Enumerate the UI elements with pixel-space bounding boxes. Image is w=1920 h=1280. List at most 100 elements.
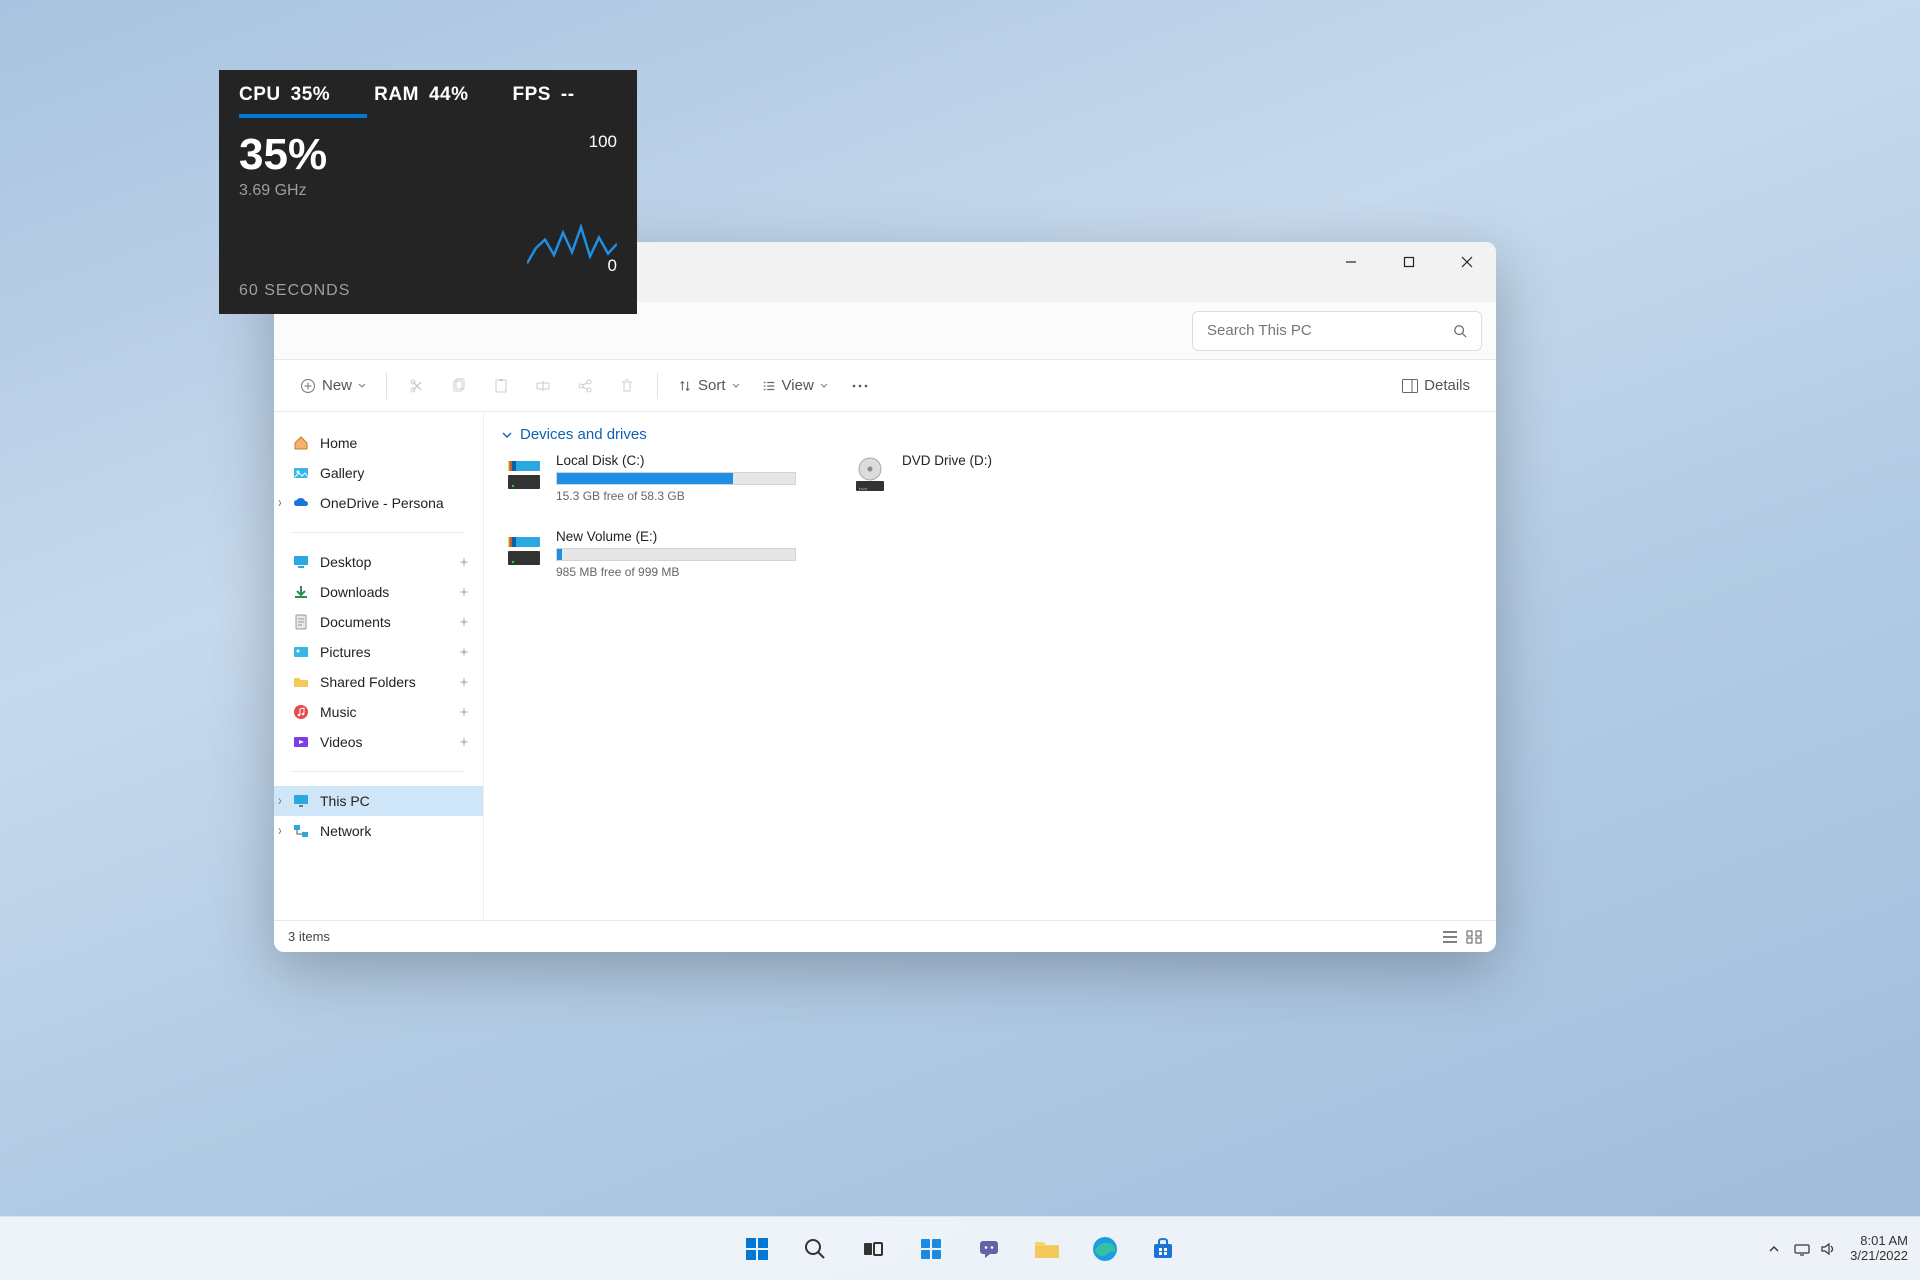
tray-overflow-button[interactable] [1768, 1243, 1780, 1255]
taskbar-store-button[interactable] [1138, 1224, 1188, 1274]
taskbar-taskview-button[interactable] [848, 1224, 898, 1274]
nav-item-label: Pictures [320, 644, 371, 660]
perf-tab-label: RAM [374, 84, 419, 106]
drive-name: Local Disk (C:) [556, 453, 822, 468]
sort-button[interactable]: Sort [670, 368, 748, 404]
hard-disk-icon [502, 453, 546, 497]
new-button-label: New [322, 377, 352, 394]
drive-item[interactable]: Local Disk (C:) 15.3 GB free of 58.3 GB [502, 453, 822, 503]
nav-item-label: Gallery [320, 465, 364, 481]
svg-text:DVD: DVD [859, 487, 868, 492]
sort-button-label: Sort [698, 377, 726, 394]
taskbar-explorer-button[interactable] [1022, 1224, 1072, 1274]
search-box[interactable] [1192, 311, 1482, 351]
details-view-icon[interactable] [1442, 930, 1458, 944]
more-button[interactable] [842, 368, 878, 404]
drive-item[interactable]: New Volume (E:) 985 MB free of 999 MB [502, 529, 822, 579]
dvd-drive-icon: DVD [848, 453, 892, 497]
share-button[interactable] [567, 368, 603, 404]
pin-icon [459, 617, 469, 627]
videos-icon [292, 733, 310, 751]
nav-item-gallery[interactable]: Gallery [274, 458, 483, 488]
minimize-button[interactable] [1322, 242, 1380, 282]
details-pane-button[interactable]: Details [1394, 368, 1478, 404]
nav-item-downloads[interactable]: Downloads [274, 577, 483, 607]
perf-sparkline-chart [527, 206, 617, 276]
copy-button[interactable] [441, 368, 477, 404]
section-header-devices[interactable]: Devices and drives [502, 426, 1478, 443]
taskbar-edge-button[interactable] [1080, 1224, 1130, 1274]
rename-button[interactable] [525, 368, 561, 404]
taskbar-clock[interactable]: 8:01 AM 3/21/2022 [1850, 1234, 1908, 1264]
search-icon [1453, 324, 1467, 338]
chevron-right-icon: › [278, 823, 282, 839]
folder-icon [292, 673, 310, 691]
pin-icon [459, 557, 469, 567]
home-icon [292, 434, 310, 452]
volume-icon[interactable] [1820, 1242, 1836, 1256]
search-input[interactable] [1207, 322, 1453, 339]
nav-item-onedrive-persona[interactable]: ›OneDrive - Persona [274, 488, 483, 518]
performance-widget[interactable]: CPU 35% RAM 44% FPS -- 35% 3.69 GHz 100 … [219, 70, 637, 314]
content-area: Devices and drives Local Disk (C:) 15.3 G… [484, 412, 1496, 920]
toolbar: New Sort View Details [274, 360, 1496, 412]
taskbar-widgets-button[interactable] [906, 1224, 956, 1274]
documents-icon [292, 613, 310, 631]
nav-divider [292, 532, 465, 533]
paste-button[interactable] [483, 368, 519, 404]
nav-item-documents[interactable]: Documents [274, 607, 483, 637]
perf-tabs: CPU 35% RAM 44% FPS -- [239, 84, 617, 106]
nav-item-pictures[interactable]: Pictures [274, 637, 483, 667]
thispc-icon [292, 792, 310, 810]
taskbar: 8:01 AM 3/21/2022 [0, 1216, 1920, 1280]
view-button-label: View [782, 377, 814, 394]
chevron-down-icon [502, 430, 512, 440]
cut-button[interactable] [399, 368, 435, 404]
pictures-icon [292, 643, 310, 661]
pin-icon [459, 707, 469, 717]
nav-item-network[interactable]: ›Network [274, 816, 483, 846]
close-button[interactable] [1438, 242, 1496, 282]
pin-icon [459, 647, 469, 657]
taskbar-start-button[interactable] [732, 1224, 782, 1274]
view-button[interactable]: View [754, 368, 836, 404]
network-icon[interactable] [1794, 1242, 1810, 1256]
drive-free-text: 985 MB free of 999 MB [556, 565, 822, 579]
maximize-button[interactable] [1380, 242, 1438, 282]
status-bar: 3 items [274, 920, 1496, 952]
nav-item-label: Shared Folders [320, 674, 416, 690]
taskbar-search-button[interactable] [790, 1224, 840, 1274]
drive-item[interactable]: DVDDVD Drive (D:) [848, 453, 1168, 503]
nav-item-this-pc[interactable]: ›This PC [274, 786, 483, 816]
drive-free-text: 15.3 GB free of 58.3 GB [556, 489, 822, 503]
clock-time: 8:01 AM [1850, 1234, 1908, 1249]
nav-item-label: Downloads [320, 584, 389, 600]
gallery-icon [292, 464, 310, 482]
perf-tab-value: 35% [291, 84, 331, 106]
perf-tab-value: -- [561, 84, 575, 106]
nav-item-home[interactable]: Home [274, 428, 483, 458]
drive-capacity-bar [556, 548, 796, 561]
details-pane-label: Details [1424, 377, 1470, 394]
new-button[interactable]: New [292, 368, 374, 404]
delete-button[interactable] [609, 368, 645, 404]
navigation-pane: Home Gallery ›OneDrive - Persona Desktop Do… [274, 412, 484, 920]
icons-view-icon[interactable] [1466, 930, 1482, 944]
drive-name: New Volume (E:) [556, 529, 822, 544]
hard-disk-icon [502, 529, 546, 573]
perf-tab-ram[interactable]: RAM 44% [374, 84, 468, 106]
nav-item-music[interactable]: Music [274, 697, 483, 727]
nav-item-desktop[interactable]: Desktop [274, 547, 483, 577]
nav-item-shared-folders[interactable]: Shared Folders [274, 667, 483, 697]
perf-tab-cpu[interactable]: CPU 35% [239, 84, 330, 106]
nav-item-videos[interactable]: Videos [274, 727, 483, 757]
pin-icon [459, 737, 469, 747]
system-tray: 8:01 AM 3/21/2022 [1768, 1234, 1908, 1264]
separator [386, 373, 387, 399]
pin-icon [459, 587, 469, 597]
perf-tab-underline [239, 114, 367, 118]
section-title: Devices and drives [520, 426, 647, 443]
perf-tab-fps[interactable]: FPS -- [512, 84, 574, 106]
taskbar-chat-button[interactable] [964, 1224, 1014, 1274]
perf-sub-value: 3.69 GHz [239, 182, 617, 200]
